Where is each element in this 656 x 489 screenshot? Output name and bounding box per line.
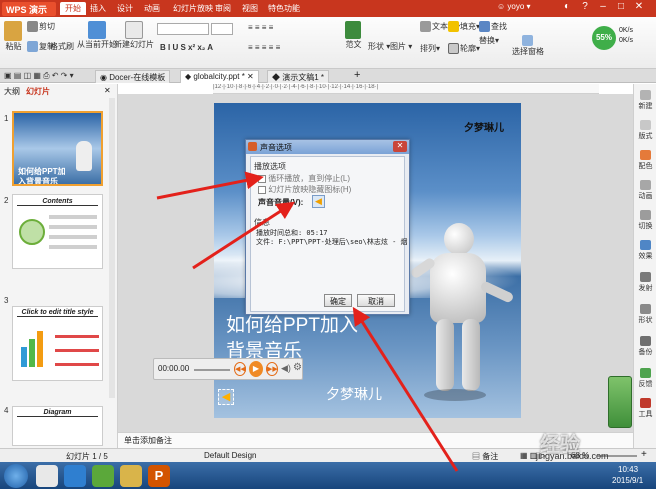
arrow-to-loop	[156, 171, 264, 200]
arrow-to-ok	[352, 306, 459, 472]
arrow-to-volume	[192, 201, 296, 270]
annotation-arrows	[156, 171, 459, 472]
